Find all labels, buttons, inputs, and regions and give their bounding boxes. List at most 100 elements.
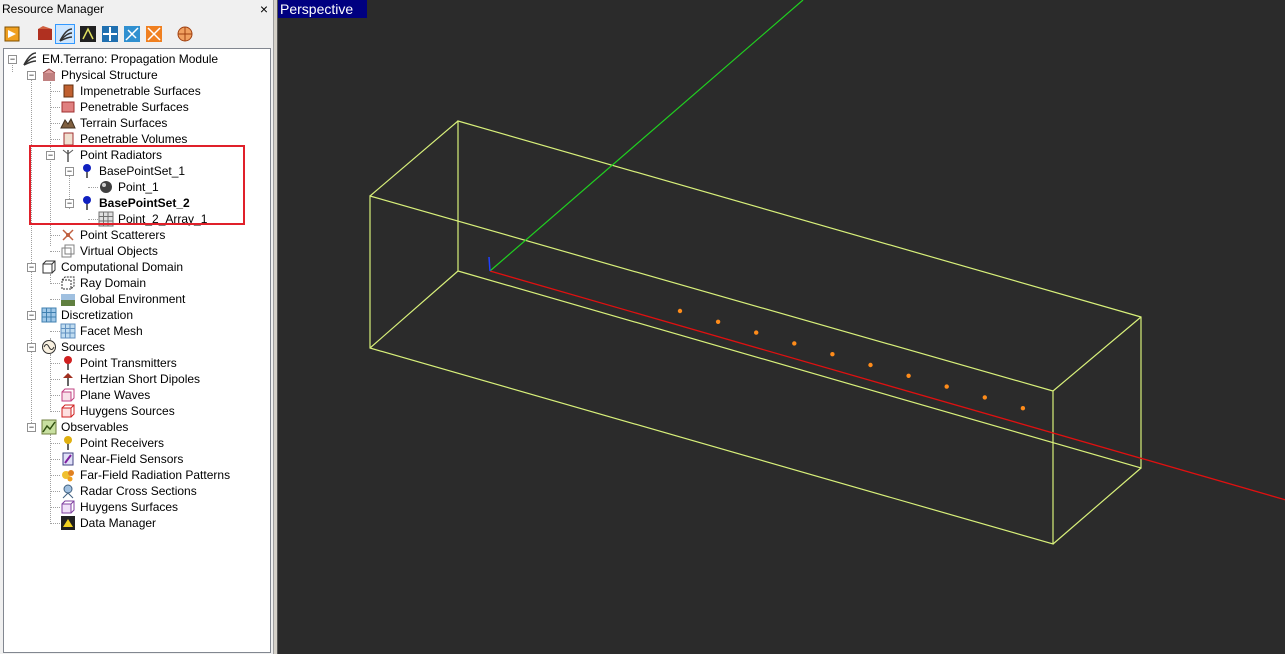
antenna-button[interactable] bbox=[78, 24, 98, 44]
tree-label: Sources bbox=[61, 340, 106, 354]
tree-item-penetrable-surfaces[interactable]: Penetrable Surfaces bbox=[4, 99, 264, 115]
tree-label: Point Transmitters bbox=[80, 356, 177, 370]
data-manager-icon bbox=[61, 516, 75, 530]
close-icon[interactable]: × bbox=[260, 0, 268, 18]
tree-label: Discretization bbox=[61, 308, 134, 322]
tree-item-point-transmitters[interactable]: Point Transmitters bbox=[4, 355, 264, 371]
tree-item-point-scatterers[interactable]: Point Scatterers bbox=[4, 227, 264, 243]
array-point bbox=[944, 384, 949, 389]
tree-item-sources[interactable]: − Sources bbox=[4, 339, 264, 355]
tree-item-physical-structure[interactable]: − Physical Structure bbox=[4, 67, 264, 83]
plane-wave-icon bbox=[61, 388, 75, 402]
resource-manager-panel: Resource Manager × − EM.Terrano: Propaga… bbox=[0, 0, 274, 654]
tree-item-terrain-surfaces[interactable]: Terrain Surfaces bbox=[4, 115, 264, 131]
radiation-pattern-icon bbox=[62, 470, 74, 482]
view-label: Perspective bbox=[278, 0, 368, 18]
panel-title-bar: Resource Manager × bbox=[0, 0, 273, 19]
tree-item-virtual-objects[interactable]: Virtual Objects bbox=[4, 243, 264, 259]
tree-label: Point Scatterers bbox=[80, 228, 166, 242]
collapse-toggle[interactable]: − bbox=[27, 423, 36, 432]
red-pin-icon bbox=[64, 356, 72, 370]
tree-item-impenetrable-surfaces[interactable]: Impenetrable Surfaces bbox=[4, 83, 264, 99]
array-point bbox=[677, 308, 683, 314]
tree-label: Physical Structure bbox=[61, 68, 158, 82]
radar-button[interactable] bbox=[122, 24, 142, 44]
box-edge bbox=[369, 270, 459, 349]
collapse-toggle[interactable]: − bbox=[27, 71, 36, 80]
physical-structure-button[interactable] bbox=[35, 24, 55, 44]
tree-label: Huygens Sources bbox=[80, 404, 175, 418]
physical-structure-icon bbox=[42, 68, 56, 81]
transmitter-icon bbox=[146, 26, 162, 42]
tree-item-huygens-sources[interactable]: Huygens Sources bbox=[4, 403, 264, 419]
array-point bbox=[906, 373, 911, 378]
tree-label: Plane Waves bbox=[80, 388, 151, 402]
tree-item-root[interactable]: − EM.Terrano: Propagation Module bbox=[4, 51, 264, 67]
array-point bbox=[715, 319, 721, 324]
y-axis bbox=[489, 0, 804, 272]
network-button[interactable] bbox=[100, 24, 120, 44]
box-edge bbox=[1052, 467, 1142, 545]
huygens-source-icon bbox=[61, 404, 75, 418]
tree-item-computational-domain[interactable]: − Computational Domain bbox=[4, 259, 264, 275]
mesh-grid-icon bbox=[41, 307, 57, 323]
domain-box-icon bbox=[42, 260, 56, 274]
array-point bbox=[830, 352, 835, 357]
viewport-3d[interactable]: Perspective bbox=[277, 0, 1285, 654]
project-icon bbox=[4, 26, 20, 42]
radar-cross-section-icon bbox=[62, 484, 74, 499]
tree-label: Huygens Surfaces bbox=[80, 500, 179, 514]
panel-title: Resource Manager bbox=[2, 2, 105, 16]
tree-label: Virtual Objects bbox=[80, 244, 158, 258]
tree-item-discretization[interactable]: − Discretization bbox=[4, 307, 264, 323]
transmitter-button[interactable] bbox=[144, 24, 164, 44]
tree-item-hertzian-short-dipoles[interactable]: Hertzian Short Dipoles bbox=[4, 371, 264, 387]
huygens-surface-icon bbox=[61, 500, 75, 514]
tree-label: Observables bbox=[61, 420, 129, 434]
collapse-toggle[interactable]: − bbox=[27, 311, 36, 320]
tree-label: Hertzian Short Dipoles bbox=[80, 372, 201, 386]
impenetrable-surface-icon bbox=[63, 84, 74, 98]
tree-item-facet-mesh[interactable]: Facet Mesh bbox=[4, 323, 264, 339]
box-back-face bbox=[457, 120, 1142, 469]
tree-item-near-field-sensors[interactable]: Near-Field Sensors bbox=[4, 451, 264, 467]
tree-label: Ray Domain bbox=[80, 276, 147, 290]
array-point bbox=[1020, 406, 1026, 411]
virtual-object-icon bbox=[61, 244, 75, 258]
penetrable-surface-icon bbox=[61, 101, 75, 113]
tree-label: Near-Field Sensors bbox=[80, 452, 184, 466]
propagation-module-icon bbox=[59, 28, 73, 42]
tree-item-far-field-radiation-patterns[interactable]: Far-Field Radiation Patterns bbox=[4, 467, 264, 483]
tree-item-plane-waves[interactable]: Plane Waves bbox=[4, 387, 264, 403]
terrain-surface-icon bbox=[60, 117, 76, 129]
tree-label: Global Environment bbox=[80, 292, 186, 306]
toolbar bbox=[2, 23, 271, 47]
pattern-icon bbox=[177, 26, 193, 42]
tree-item-ray-domain[interactable]: Ray Domain bbox=[4, 275, 264, 291]
point-scatterer-icon bbox=[62, 229, 74, 241]
tree-item-global-environment[interactable]: Global Environment bbox=[4, 291, 264, 307]
tree-label: Penetrable Surfaces bbox=[80, 100, 189, 114]
array-point bbox=[982, 395, 987, 400]
array-point bbox=[868, 362, 873, 368]
tree-item-data-manager[interactable]: Data Manager bbox=[4, 515, 264, 531]
tree-label: Terrain Surfaces bbox=[80, 116, 168, 130]
pattern-button[interactable] bbox=[175, 24, 195, 44]
radar-icon bbox=[124, 26, 140, 42]
antenna-icon bbox=[80, 26, 96, 42]
propagation-module-button[interactable] bbox=[55, 24, 75, 44]
project-button[interactable] bbox=[2, 24, 22, 44]
collapse-toggle[interactable]: − bbox=[27, 343, 36, 352]
ray-domain-icon bbox=[61, 276, 75, 290]
tree-item-radar-cross-sections[interactable]: Radar Cross Sections bbox=[4, 483, 264, 499]
scene-canvas[interactable] bbox=[278, 0, 1285, 654]
propagation-module-icon bbox=[23, 52, 37, 66]
collapse-toggle[interactable]: − bbox=[8, 55, 17, 64]
tree-label: Facet Mesh bbox=[80, 324, 143, 338]
source-wave-icon bbox=[42, 340, 56, 354]
collapse-toggle[interactable]: − bbox=[27, 263, 36, 272]
tree-item-observables[interactable]: − Observables bbox=[4, 419, 264, 435]
tree-item-huygens-surfaces[interactable]: Huygens Surfaces bbox=[4, 499, 264, 515]
tree-item-point-receivers[interactable]: Point Receivers bbox=[4, 435, 264, 451]
tree-label: Data Manager bbox=[80, 516, 157, 530]
